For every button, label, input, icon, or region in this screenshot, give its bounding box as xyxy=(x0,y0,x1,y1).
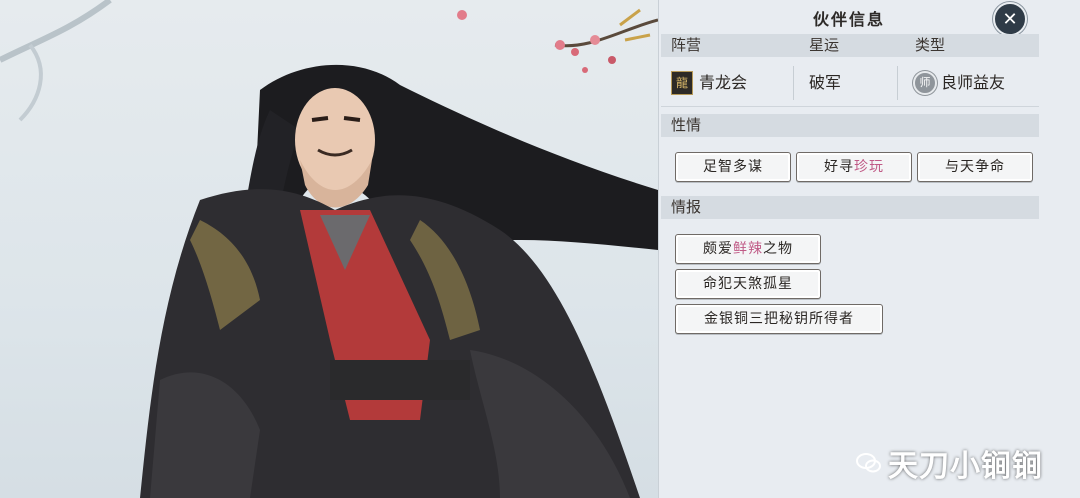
faction-value: 青龙会 xyxy=(699,73,748,92)
info-values-row: 龍 青龙会 破军 师 良师益友 xyxy=(661,60,1039,107)
watermark: 天刀小锏锏 xyxy=(856,438,1080,488)
intel-tag[interactable]: 命犯天煞孤星 xyxy=(675,269,821,299)
portrait-illustration xyxy=(0,0,658,498)
watermark-text: 天刀小锏锏 xyxy=(888,449,1043,484)
intel-header: 情报 xyxy=(661,196,1039,219)
companion-info-panel: 伙伴信息 ✕ 阵营 星运 类型 龍 青龙会 破军 师 良师益友 性情 足智多谋 … xyxy=(658,0,1080,498)
intel-label: 情报 xyxy=(671,198,702,216)
temperament-tag[interactable]: 好寻珍玩 xyxy=(796,152,912,182)
tag-highlight-text: 鲜辣 xyxy=(733,241,763,257)
panel-title: 伙伴信息 xyxy=(812,10,885,29)
tag-text: 与天争命 xyxy=(945,159,1005,175)
character-portrait xyxy=(0,0,658,498)
type-value: 良师益友 xyxy=(941,73,1006,92)
fate-value: 破军 xyxy=(809,73,842,92)
wechat-icon xyxy=(856,453,881,473)
temperament-header: 性情 xyxy=(661,114,1039,137)
tag-text: 金银铜三把秘钥所得者 xyxy=(704,311,854,327)
tag-highlight-text: 珍玩 xyxy=(854,159,884,175)
intel-tag[interactable]: 颇爱鲜辣之物 xyxy=(675,234,821,264)
faction-header: 阵营 xyxy=(671,36,702,54)
tag-text: 足智多谋 xyxy=(703,159,763,175)
info-header-row: 阵营 星运 类型 xyxy=(661,34,1039,57)
type-cell[interactable]: 师 良师益友 xyxy=(913,60,1005,106)
dragon-emblem-icon: 龍 xyxy=(671,71,693,95)
intel-tag[interactable]: 金银铜三把秘钥所得者 xyxy=(675,304,883,334)
temperament-label: 性情 xyxy=(671,116,702,134)
tag-text: 之物 xyxy=(763,241,793,257)
mentor-badge-icon: 师 xyxy=(913,71,937,95)
tag-text: 命犯天煞孤星 xyxy=(703,276,793,292)
fate-header: 星运 xyxy=(809,36,840,54)
cell-divider xyxy=(897,66,898,100)
cell-divider xyxy=(793,66,794,100)
tag-text: 好寻 xyxy=(824,159,854,175)
temperament-tag[interactable]: 与天争命 xyxy=(917,152,1033,182)
faction-cell[interactable]: 龍 青龙会 xyxy=(671,60,747,106)
fate-cell: 破军 xyxy=(809,60,841,106)
type-header: 类型 xyxy=(915,36,946,54)
close-button[interactable]: ✕ xyxy=(993,2,1027,36)
close-icon: ✕ xyxy=(1002,8,1018,30)
tag-text: 颇爱 xyxy=(703,241,733,257)
temperament-tag[interactable]: 足智多谋 xyxy=(675,152,791,182)
